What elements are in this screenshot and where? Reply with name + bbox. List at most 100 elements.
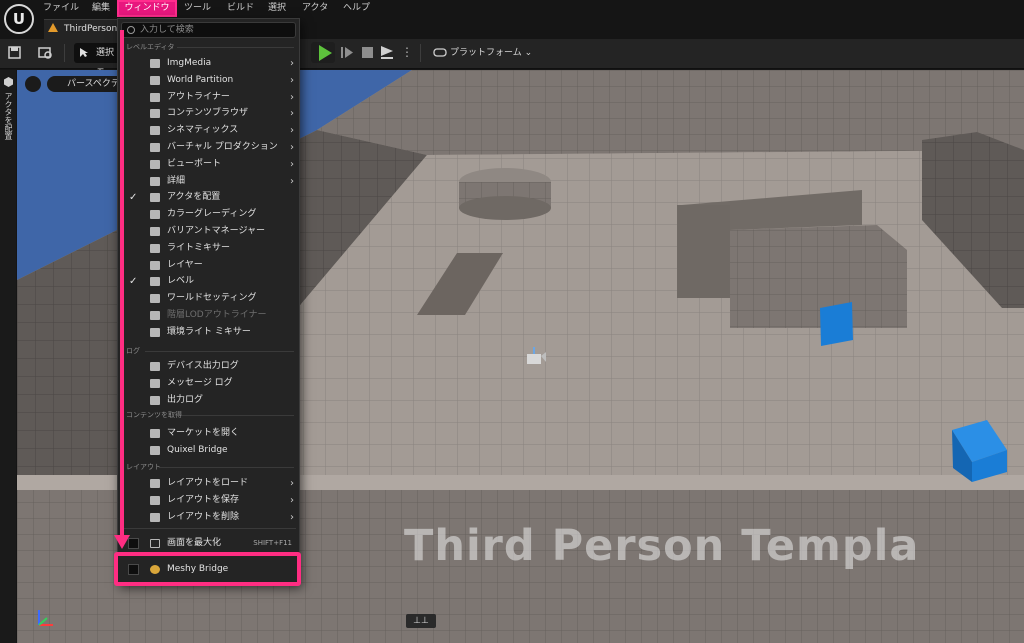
level-10-icon — [150, 227, 160, 236]
menu-build[interactable]: ビルド — [227, 1, 254, 15]
menu-item-label: シネマティックス — [167, 125, 239, 136]
play-icon — [319, 45, 332, 61]
menu-item-level-0[interactable]: ImgMedia › — [121, 55, 296, 72]
menu-file[interactable]: ファイル — [43, 1, 79, 15]
toolbar-divider — [420, 44, 421, 62]
menu-item-log-1[interactable]: メッセージ ログ — [121, 375, 296, 392]
level-9-icon — [150, 210, 160, 220]
level-icon — [48, 23, 58, 32]
menu-edit[interactable]: 編集 — [92, 1, 110, 15]
menu-item-level-15[interactable]: 階層LODアウトライナー — [121, 307, 296, 324]
section-divider — [177, 47, 294, 48]
unreal-logo-icon[interactable]: U — [4, 4, 34, 34]
level-14-icon — [150, 294, 160, 304]
menu-item-label: バリアントマネージャー — [167, 226, 266, 236]
menu-item-label: レイアウトをロード — [167, 478, 249, 488]
eject-icon[interactable] — [380, 45, 394, 59]
level-16-icon — [150, 327, 160, 337]
content-0-icon — [150, 429, 160, 438]
menu-search-input[interactable]: 入力して検索 — [121, 22, 296, 38]
viewport-bottom-control[interactable]: ⊥⊥ — [406, 614, 436, 628]
menu-item-content-1[interactable]: Quixel Bridge — [121, 442, 296, 459]
section-get-content: コンテンツを取得 — [126, 411, 182, 419]
place-actors-icon[interactable] — [3, 76, 14, 88]
menu-item-label: デバイス出力ログ — [167, 361, 239, 371]
level-15-icon — [150, 311, 160, 320]
menu-item-level-5[interactable]: バーチャル プロダクション › — [121, 139, 296, 156]
menu-item-label: 環境ライト ミキサー — [167, 326, 251, 337]
chevron-right-icon: › — [290, 74, 294, 86]
menu-item-log-2[interactable]: 出力ログ — [121, 392, 296, 409]
section-level-editor: レベルエディタ — [126, 43, 175, 51]
chevron-right-icon: › — [290, 125, 294, 137]
chevron-right-icon: › — [290, 108, 294, 120]
browse-content-icon[interactable] — [38, 45, 53, 60]
menu-item-label: マーケットを開く — [167, 428, 240, 438]
level-5-icon — [150, 143, 160, 152]
menu-item-level-4[interactable]: シネマティックス › — [121, 122, 296, 139]
menu-item-level-1[interactable]: World Partition › — [121, 72, 296, 89]
stop-icon[interactable] — [362, 47, 373, 58]
cursor-icon — [80, 48, 88, 57]
tab-title: ThirdPersonM — [64, 24, 125, 34]
menu-item-level-10[interactable]: バリアントマネージャー — [121, 223, 296, 240]
menu-item-level-3[interactable]: コンテンツブラウザ › — [121, 105, 296, 122]
menu-item-maximize[interactable]: 画面を最大化 SHIFT+F11 — [121, 535, 296, 552]
menu-divider — [121, 528, 296, 529]
highlight-box — [114, 552, 301, 586]
menu-item-level-9[interactable]: カラーグレーディング — [121, 206, 296, 223]
menu-item-log-0[interactable]: デバイス出力ログ — [121, 358, 296, 375]
menu-item-label: レイヤー — [167, 259, 203, 270]
play-options-icon[interactable]: ⋮ — [401, 44, 413, 60]
menu-item-content-0[interactable]: マーケットを開く — [121, 425, 296, 442]
menu-item-level-6[interactable]: ビューポート › — [121, 156, 296, 173]
save-icon[interactable] — [8, 46, 21, 59]
level-8-icon — [150, 193, 160, 203]
menu-item-label: ImgMedia — [167, 58, 212, 68]
menu-tools[interactable]: ツール — [184, 1, 211, 15]
platform-dropdown[interactable]: プラットフォーム ⌄ — [432, 43, 532, 63]
menu-item-level-12[interactable]: レイヤー — [121, 257, 296, 274]
advance-frame-icon[interactable] — [340, 46, 354, 59]
player-start-icon[interactable] — [524, 346, 548, 368]
menu-item-level-16[interactable]: 環境ライト ミキサー — [121, 324, 296, 341]
menu-item-label: アクタを配置 — [167, 192, 221, 203]
log-1-icon — [150, 379, 160, 388]
toolbar-divider — [64, 44, 65, 62]
menu-help[interactable]: ヘルプ — [343, 1, 370, 15]
maximize-shortcut: SHIFT+F11 — [253, 539, 292, 547]
menu-item-label: Quixel Bridge — [167, 445, 228, 455]
level-0-icon — [150, 59, 160, 68]
menu-item-label: カラーグレーディング — [167, 209, 257, 220]
menu-item-layout-0[interactable]: レイアウトをロード › — [121, 475, 296, 492]
content-1-icon — [150, 446, 160, 455]
level-7-icon — [150, 176, 160, 186]
chevron-right-icon: › — [290, 58, 294, 69]
menu-item-label: バーチャル プロダクション — [167, 142, 278, 152]
platform-label: プラットフォーム ⌄ — [450, 48, 533, 58]
viewport-menu-button[interactable] — [25, 76, 41, 92]
menu-item-label: 出力ログ — [167, 395, 204, 405]
menu-item-level-7[interactable]: 詳細 › — [121, 173, 296, 190]
place-actors-tab[interactable]: アクタを配置 — [2, 92, 14, 140]
maximize-icon — [150, 539, 160, 548]
menu-item-level-13[interactable]: ✓ レベル — [121, 273, 296, 290]
menu-item-level-11[interactable]: ライトミキサー — [121, 240, 296, 257]
menu-window[interactable]: ウィンドウ — [117, 0, 177, 17]
menu-item-label: 階層LODアウトライナー — [167, 310, 267, 320]
chevron-right-icon: › — [290, 495, 294, 506]
menu-actor[interactable]: アクタ — [302, 1, 328, 15]
checkmark-icon: ✓ — [129, 276, 138, 288]
chevron-right-icon: › — [290, 142, 294, 153]
menu-select[interactable]: 選択 — [268, 1, 286, 15]
menu-item-level-2[interactable]: アウトライナー › — [121, 89, 296, 106]
menu-item-level-14[interactable]: ワールドセッティング — [121, 290, 296, 307]
log-0-icon — [150, 362, 160, 371]
menu-item-level-8[interactable]: ✓ アクタを配置 — [121, 189, 296, 206]
level-4-icon — [150, 126, 160, 136]
chevron-right-icon: › — [290, 512, 294, 523]
menu-item-layout-2[interactable]: レイアウトを削除 › — [121, 509, 296, 526]
menu-item-layout-1[interactable]: レイアウトを保存 › — [121, 492, 296, 509]
menu-item-label: コンテンツブラウザ — [167, 108, 249, 119]
layout-0-icon — [150, 479, 160, 488]
